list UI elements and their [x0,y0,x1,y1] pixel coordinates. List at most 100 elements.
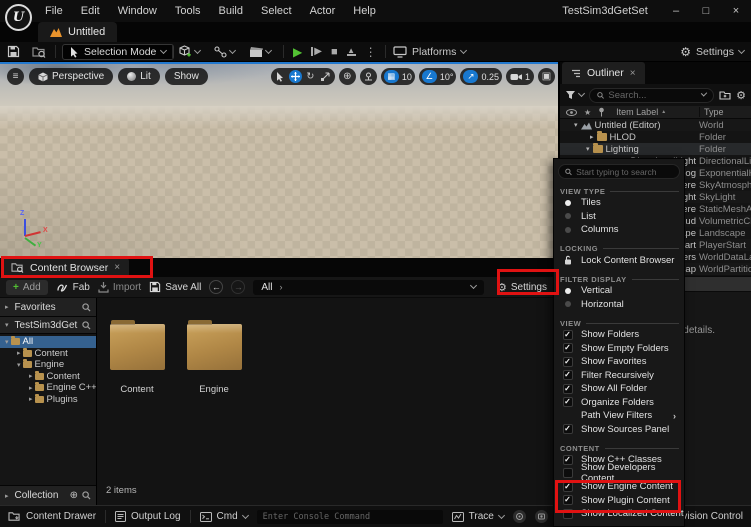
blueprints-button[interactable] [214,42,237,61]
console-command-input[interactable] [262,511,437,522]
tab-untitled-level[interactable]: Untitled [38,22,118,42]
asset-folder-tile[interactable]: Content [108,319,166,395]
column-header-type[interactable]: Type [699,107,724,117]
tab-content-browser[interactable]: Content Browser × [2,258,130,277]
trace-bookmark-button[interactable] [512,510,526,523]
expand-arrow-icon[interactable]: ▸ [29,395,33,403]
stop-button[interactable]: ■ [331,46,338,58]
menu-item[interactable]: ✓ Lock Content Browser › [554,254,684,268]
selection-mode-dropdown[interactable]: Selection Mode [62,44,175,60]
search-icon[interactable] [82,491,91,500]
outliner-search-box[interactable] [589,87,715,103]
scale-snap-control[interactable]: ↗ 0.25 [460,68,502,85]
platforms-dropdown[interactable]: Platforms [393,42,468,61]
content-drawer-button[interactable]: Content Drawer [8,511,96,522]
menu-item[interactable]: ✓ Vertical › [554,284,684,298]
expand-arrow-icon[interactable]: ▸ [29,372,33,380]
tree-row[interactable]: ▾ Engine [0,359,96,371]
outliner-search-input[interactable] [608,89,698,101]
unreal-engine-logo[interactable]: U [5,4,32,31]
menu-item[interactable]: ✓ Show Developers Content › [554,462,684,484]
collections-header[interactable]: ▸ Collection ⊕ [0,485,96,505]
menu-bar-item[interactable]: Build [210,0,252,22]
menu-item[interactable]: ✓ Show All Folder › [554,382,684,396]
search-icon[interactable] [82,302,91,312]
chevron-down-icon[interactable] [469,281,478,290]
play-options-dots-icon[interactable]: ⋮ [365,45,377,59]
save-all-button[interactable]: Save All [149,281,201,293]
editor-settings-dropdown[interactable]: ⚙ Settings [680,42,746,61]
forward-button[interactable]: → [231,280,246,294]
favorites-header[interactable]: ▸ Favorites [0,298,96,317]
menu-item[interactable]: ✓ Horizontal › [554,298,684,312]
search-icon[interactable] [82,320,91,330]
menu-item[interactable]: ✓ Path View Filters › [554,409,684,423]
add-collection-icon[interactable]: ⊕ [70,490,78,501]
maximize-viewport-button[interactable]: ▣ [538,68,555,85]
outliner-row[interactable]: ▾ Untitled (Editor) World [560,119,751,131]
grid-snap-control[interactable]: ▦ 10 [380,68,415,85]
maximize-button[interactable]: □ [691,0,721,22]
path-breadcrumb[interactable]: All › [253,279,484,295]
back-button[interactable]: ← [209,280,224,294]
tree-row[interactable]: ▸ Content [0,370,96,383]
close-icon[interactable]: × [630,68,636,79]
trace-dropdown[interactable]: Trace [451,511,505,522]
menu-bar-item[interactable]: Window [109,0,166,22]
menu-bar-item[interactable]: Edit [72,0,109,22]
outliner-row[interactable]: ▾ Lighting Folder [560,143,751,155]
tree-row[interactable]: ▸ Content [0,347,96,360]
menu-item[interactable]: ✓ Tiles › [554,196,684,210]
fab-button[interactable]: Fab [56,282,90,293]
viewport-lit-dropdown[interactable]: Lit [118,68,160,85]
expand-arrow-icon[interactable]: ▸ [590,133,594,141]
add-button[interactable]: + Add [6,279,48,295]
outliner-new-folder-button[interactable] [719,90,731,100]
output-log-button[interactable]: Output Log [115,511,181,522]
world-transform-space-button[interactable]: ⊕ [338,68,356,85]
close-icon[interactable]: × [114,262,120,273]
viewport-perspective-dropdown[interactable]: Perspective [29,68,114,85]
select-tool-button[interactable] [274,70,287,83]
expand-arrow-icon[interactable]: ▾ [5,338,9,346]
import-button[interactable]: Import [98,281,141,293]
asset-folder-tile[interactable]: Engine [185,319,243,395]
rotation-snap-control[interactable]: ∠ 10° [418,68,457,85]
column-header-item-label[interactable]: Item Label [616,107,658,117]
tree-row[interactable]: ▾ All [0,336,96,348]
menu-item[interactable]: ✓ Columns › [554,223,684,237]
close-button[interactable]: × [721,0,751,22]
camera-speed-control[interactable]: 1 [505,68,534,85]
expand-arrow-icon[interactable]: ▸ [17,349,21,357]
tree-row[interactable]: ▸ Engine C++ Classes [0,382,96,394]
expand-arrow-icon[interactable]: ▾ [17,361,21,369]
expand-arrow-icon[interactable]: ▾ [586,145,590,153]
scale-tool-button[interactable] [319,70,332,83]
cinematics-button[interactable] [249,42,273,61]
menu-item[interactable]: ✓ Show Engine Content › [554,480,684,494]
minimize-button[interactable]: – [661,0,691,22]
rotate-tool-button[interactable]: ↻ [304,70,317,83]
trace-screenshot-button[interactable] [534,510,548,523]
menu-item[interactable]: ✓ Show Localized Content › [554,507,684,521]
viewport-show-dropdown[interactable]: Show [164,68,208,85]
menu-bar-item[interactable]: Help [344,0,385,22]
cmd-dropdown[interactable]: Cmd [199,511,249,522]
surface-snapping-button[interactable] [359,68,377,85]
tree-row[interactable]: ▸ Plugins [0,393,96,406]
visibility-column-eye-icon[interactable] [566,108,577,116]
menu-item[interactable]: ✓ Show Plugin Content › [554,494,684,508]
favorite-column-star-icon[interactable]: ★ [584,108,591,117]
save-button[interactable] [7,42,20,61]
breadcrumb-root[interactable]: All [261,282,272,293]
move-tool-button[interactable] [288,70,302,83]
menu-item[interactable]: ✓ Filter Recursively › [554,369,684,383]
play-button[interactable]: ▶ [293,45,302,59]
level-viewport[interactable]: ≡ Perspective Lit Show ↻ ⊕ ▦ 10 ∠ 10° ↗ … [0,62,558,258]
menu-search-box[interactable] [558,164,680,179]
outliner-row[interactable]: ▸ HLOD Folder [560,131,751,143]
add-actor-button[interactable] [179,42,202,61]
outliner-settings-gear-icon[interactable]: ⚙ [736,89,746,102]
console-command-box[interactable] [256,509,443,524]
menu-item[interactable]: ✓ Show Empty Folders › [554,342,684,356]
